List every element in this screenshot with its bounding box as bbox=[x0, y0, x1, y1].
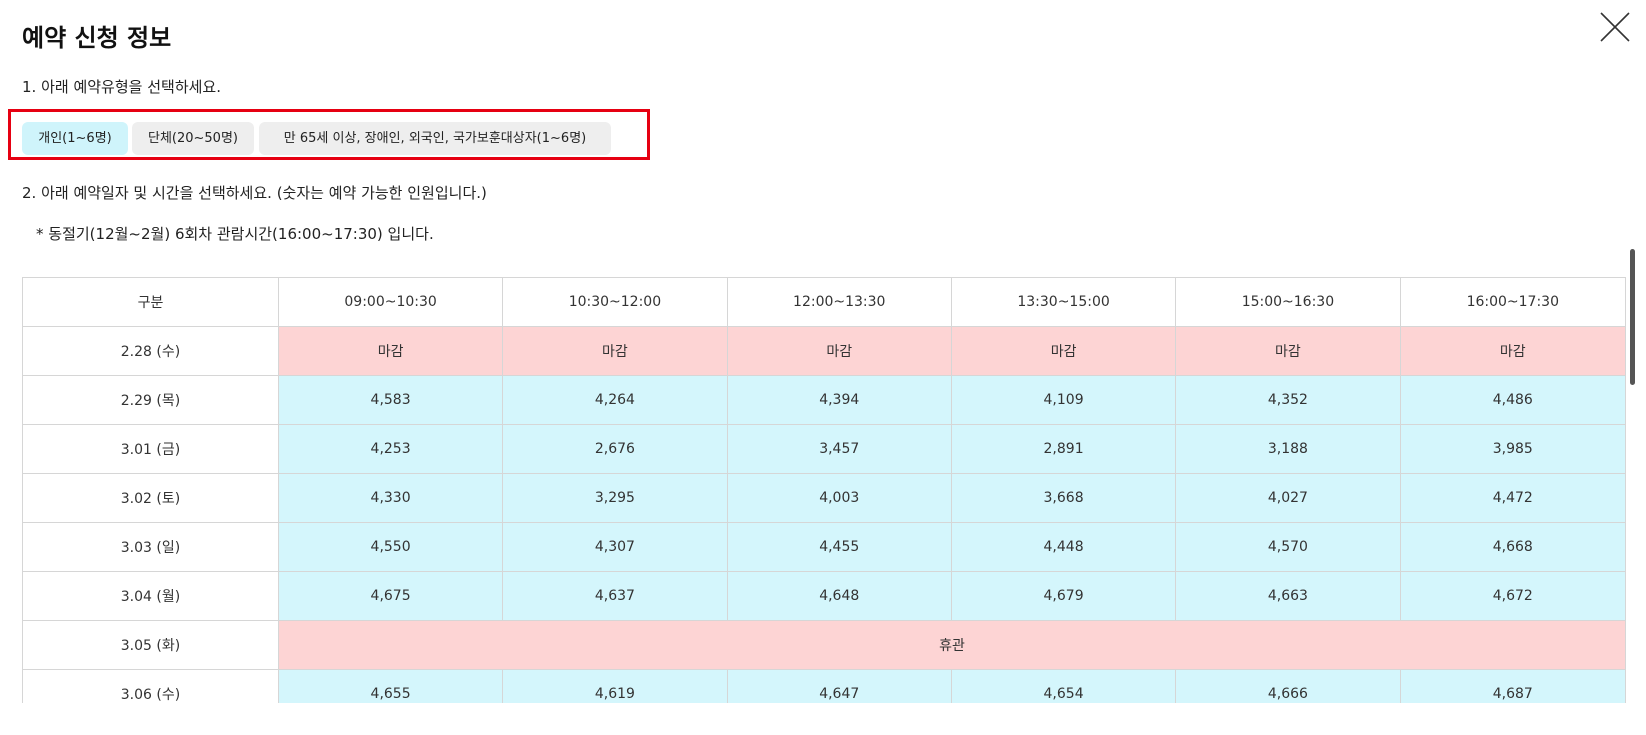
slot-available-cell[interactable]: 2,676 bbox=[502, 424, 728, 474]
slot-available-cell[interactable]: 4,648 bbox=[726, 571, 952, 621]
table-row: 3.04 (월) 4,675 4,637 4,648 4,679 4,663 4,672 bbox=[22, 571, 1626, 621]
row-date: 3.02 (토) bbox=[22, 473, 279, 523]
winter-note: * 동절기(12월~2월) 6회차 관람시간(16:00~17:30) 입니다. bbox=[36, 225, 434, 243]
slot-available-cell[interactable]: 3,668 bbox=[950, 473, 1177, 523]
holiday-closed-cell: 휴관 bbox=[277, 620, 1626, 670]
header-timeslot: 09:00~10:30 bbox=[277, 277, 504, 327]
slot-available-cell[interactable]: 4,647 bbox=[726, 669, 952, 703]
slot-available-cell[interactable]: 4,486 bbox=[1399, 375, 1626, 425]
close-icon[interactable] bbox=[1598, 10, 1632, 44]
slot-available-cell[interactable]: 4,455 bbox=[726, 522, 952, 572]
step1-instruction: 1. 아래 예약유형을 선택하세요. bbox=[22, 78, 221, 96]
slot-closed-cell: 마감 bbox=[277, 326, 504, 376]
table-row: 3.03 (일) 4,550 4,307 4,455 4,448 4,570 4,668 bbox=[22, 522, 1626, 572]
dialog-title: 예약 신청 정보 bbox=[22, 24, 172, 52]
row-date: 3.01 (금) bbox=[22, 424, 279, 474]
slot-available-cell[interactable]: 4,027 bbox=[1175, 473, 1401, 523]
slot-closed-cell: 마감 bbox=[1175, 326, 1401, 376]
slot-available-cell[interactable]: 4,448 bbox=[950, 522, 1177, 572]
table-row: 3.06 (수) 4,655 4,619 4,647 4,654 4,666 4,687 bbox=[22, 669, 1626, 703]
row-date: 3.06 (수) bbox=[22, 669, 279, 703]
slot-available-cell[interactable]: 4,637 bbox=[502, 571, 728, 621]
slot-available-cell[interactable]: 4,655 bbox=[277, 669, 504, 703]
reservation-type-group: 개인(1~6명) 단체(20~50명) 만 65세 이상, 장애인, 외국인, … bbox=[8, 109, 650, 160]
table-row: 2.28 (수) 마감 마감 마감 마감 마감 마감 bbox=[22, 326, 1626, 376]
slot-closed-cell: 마감 bbox=[726, 326, 952, 376]
slot-available-cell[interactable]: 4,003 bbox=[726, 473, 952, 523]
slot-available-cell[interactable]: 3,295 bbox=[502, 473, 728, 523]
schedule-table-container: 구분 09:00~10:30 10:30~12:00 12:00~13:30 13:30… bbox=[22, 277, 1626, 703]
slot-available-cell[interactable]: 4,570 bbox=[1175, 522, 1401, 572]
row-date: 2.28 (수) bbox=[22, 326, 279, 376]
type-special-button[interactable]: 만 65세 이상, 장애인, 외국인, 국가보훈대상자(1~6명) bbox=[259, 122, 611, 155]
slot-available-cell[interactable]: 4,666 bbox=[1175, 669, 1401, 703]
scrollbar-thumb[interactable] bbox=[1630, 249, 1635, 385]
slot-available-cell[interactable]: 4,679 bbox=[950, 571, 1177, 621]
slot-available-cell[interactable]: 4,619 bbox=[502, 669, 728, 703]
slot-available-cell[interactable]: 3,457 bbox=[726, 424, 952, 474]
row-date: 3.03 (일) bbox=[22, 522, 279, 572]
header-timeslot: 15:00~16:30 bbox=[1175, 277, 1401, 327]
slot-closed-cell: 마감 bbox=[1399, 326, 1626, 376]
header-date-column: 구분 bbox=[22, 277, 279, 327]
header-timeslot: 13:30~15:00 bbox=[950, 277, 1177, 327]
row-date: 3.04 (월) bbox=[22, 571, 279, 621]
slot-closed-cell: 마감 bbox=[502, 326, 728, 376]
step2-instruction: 2. 아래 예약일자 및 시간을 선택하세요. (숫자는 예약 가능한 인원입니… bbox=[22, 184, 487, 202]
header-timeslot: 16:00~17:30 bbox=[1399, 277, 1626, 327]
slot-available-cell[interactable]: 4,687 bbox=[1399, 669, 1626, 703]
slot-available-cell[interactable]: 4,663 bbox=[1175, 571, 1401, 621]
slot-available-cell[interactable]: 4,352 bbox=[1175, 375, 1401, 425]
header-timeslot: 12:00~13:30 bbox=[726, 277, 952, 327]
table-row: 3.01 (금) 4,253 2,676 3,457 2,891 3,188 3,985 bbox=[22, 424, 1626, 474]
slot-available-cell[interactable]: 4,675 bbox=[277, 571, 504, 621]
type-group-button[interactable]: 단체(20~50명) bbox=[132, 122, 254, 155]
table-row: 2.29 (목) 4,583 4,264 4,394 4,109 4,352 4,486 bbox=[22, 375, 1626, 425]
slot-available-cell[interactable]: 4,307 bbox=[502, 522, 728, 572]
table-header-row: 구분 09:00~10:30 10:30~12:00 12:00~13:30 13:30… bbox=[22, 277, 1626, 327]
type-individual-button[interactable]: 개인(1~6명) bbox=[22, 122, 128, 155]
slot-available-cell[interactable]: 3,985 bbox=[1399, 424, 1626, 474]
slot-available-cell[interactable]: 4,330 bbox=[277, 473, 504, 523]
row-date: 2.29 (목) bbox=[22, 375, 279, 425]
slot-available-cell[interactable]: 4,394 bbox=[726, 375, 952, 425]
slot-available-cell[interactable]: 4,264 bbox=[502, 375, 728, 425]
slot-available-cell[interactable]: 4,654 bbox=[950, 669, 1177, 703]
slot-available-cell[interactable]: 4,672 bbox=[1399, 571, 1626, 621]
table-row: 3.02 (토) 4,330 3,295 4,003 3,668 4,027 4,472 bbox=[22, 473, 1626, 523]
slot-available-cell[interactable]: 3,188 bbox=[1175, 424, 1401, 474]
header-timeslot: 10:30~12:00 bbox=[502, 277, 728, 327]
slot-available-cell[interactable]: 4,550 bbox=[277, 522, 504, 572]
slot-available-cell[interactable]: 4,109 bbox=[950, 375, 1177, 425]
slot-available-cell[interactable]: 4,253 bbox=[277, 424, 504, 474]
slot-available-cell[interactable]: 4,583 bbox=[277, 375, 504, 425]
slot-available-cell[interactable]: 2,891 bbox=[950, 424, 1177, 474]
slot-available-cell[interactable]: 4,668 bbox=[1399, 522, 1626, 572]
schedule-table: 구분 09:00~10:30 10:30~12:00 12:00~13:30 13:30… bbox=[22, 277, 1626, 703]
slot-closed-cell: 마감 bbox=[950, 326, 1177, 376]
row-date: 3.05 (화) bbox=[22, 620, 279, 670]
table-row: 3.05 (화) 휴관 bbox=[22, 620, 1626, 670]
slot-available-cell[interactable]: 4,472 bbox=[1399, 473, 1626, 523]
